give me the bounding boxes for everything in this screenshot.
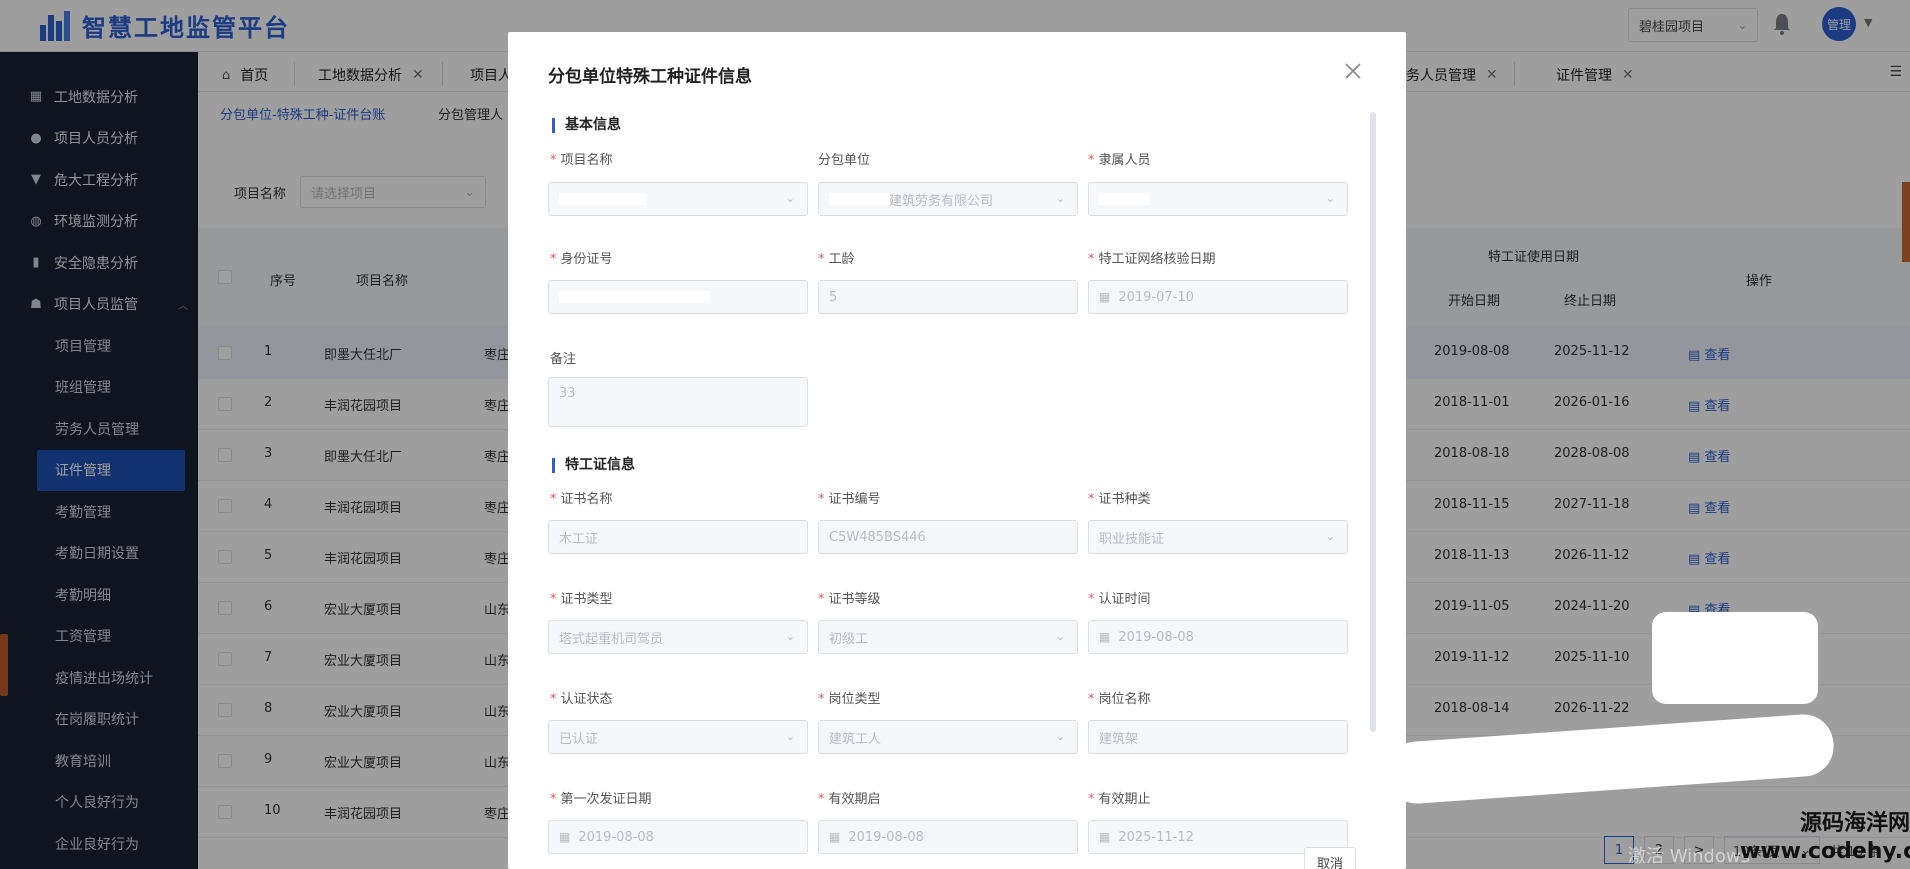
cert-type-value: 塔式起重机司驾员 xyxy=(559,631,664,647)
age-label: * 工龄 xyxy=(818,252,855,267)
first-issue-picker[interactable]: ▦ 2019-08-08 xyxy=(548,820,808,854)
cert-type-select[interactable]: 塔式起重机司驾员 ⌄ xyxy=(548,620,808,654)
calendar-icon: ▦ xyxy=(1099,630,1111,644)
cert-no-label: * 证书编号 xyxy=(818,492,881,507)
auth-time-picker[interactable]: ▦ 2019-08-08 xyxy=(1088,620,1348,654)
watermark: 源码海洋网 www.codehy.com xyxy=(1740,810,1910,866)
redacted-value xyxy=(829,193,889,205)
chevron-down-icon: ⌄ xyxy=(1325,530,1335,543)
dialog-title: 分包单位特殊工种证件信息 xyxy=(548,67,752,87)
cert-type-label: * 证书类型 xyxy=(550,592,613,607)
cert-name-value: 木工证 xyxy=(559,531,599,547)
cert-no-input[interactable]: C5W485BS446 xyxy=(818,520,1078,554)
idcard-label: * 身份证号 xyxy=(550,252,613,267)
valid-to-label: * 有效期止 xyxy=(1088,792,1151,807)
chevron-down-icon: ⌄ xyxy=(1055,192,1065,205)
watermark-line2: www.codehy.com xyxy=(1740,839,1910,864)
post-type-value: 建筑工人 xyxy=(829,731,882,747)
dialog-scrollbar[interactable] xyxy=(1370,112,1376,732)
redacted-value xyxy=(559,291,709,303)
cert-level-value: 初级工 xyxy=(829,631,869,647)
person-label: * 隶属人员 xyxy=(1088,153,1151,168)
age-input[interactable]: 5 xyxy=(818,280,1078,314)
chevron-down-icon: ⌄ xyxy=(785,192,795,205)
redacted-value xyxy=(1099,193,1149,205)
calendar-icon: ▦ xyxy=(1099,830,1111,844)
post-type-select[interactable]: 建筑工人 ⌄ xyxy=(818,720,1078,754)
cert-kind-select[interactable]: 职业技能证 ⌄ xyxy=(1088,520,1348,554)
windows-activation-text: 激活 Windows xyxy=(1628,846,1751,867)
calendar-icon: ▦ xyxy=(829,830,841,844)
chevron-down-icon: ⌄ xyxy=(785,730,795,743)
idcard-input[interactable] xyxy=(548,280,808,314)
first-issue-value: 2019-08-08 xyxy=(578,829,654,845)
subunit-select[interactable]: 建筑劳务有限公司 ⌄ xyxy=(818,182,1078,216)
first-issue-label: * 第一次发证日期 xyxy=(550,792,652,807)
watermark-line1: 源码海洋网 xyxy=(1799,811,1910,836)
valid-to-value: 2025-11-12 xyxy=(1118,829,1194,845)
subunit-value: 建筑劳务有限公司 xyxy=(889,193,994,209)
section-cert-info: 特工证信息 xyxy=(552,458,635,473)
cert-kind-value: 职业技能证 xyxy=(1099,531,1165,547)
auth-time-value: 2019-08-08 xyxy=(1118,629,1194,645)
cert-no-value: C5W485BS446 xyxy=(829,529,926,545)
person-select[interactable]: ⌄ xyxy=(1088,182,1348,216)
valid-from-label: * 有效期启 xyxy=(818,792,881,807)
cert-level-select[interactable]: 初级工 ⌄ xyxy=(818,620,1078,654)
subunit-label: 分包单位 xyxy=(818,153,871,168)
post-type-label: * 岗位类型 xyxy=(818,692,881,707)
post-name-value: 建筑架 xyxy=(1099,731,1139,747)
redaction-blob xyxy=(1652,612,1818,704)
cert-name-input[interactable]: 木工证 xyxy=(548,520,808,554)
auth-status-select[interactable]: 已认证 ⌄ xyxy=(548,720,808,754)
post-name-label: * 岗位名称 xyxy=(1088,692,1151,707)
calendar-icon: ▦ xyxy=(1099,290,1111,304)
cert-level-label: * 证书等级 xyxy=(818,592,881,607)
auth-time-label: * 认证时间 xyxy=(1088,592,1151,607)
chevron-down-icon: ⌄ xyxy=(1325,192,1335,205)
chevron-down-icon: ⌄ xyxy=(785,630,795,643)
chevron-down-icon: ⌄ xyxy=(1055,630,1065,643)
remark-value: 33 xyxy=(559,386,576,401)
cert-kind-label: * 证书种类 xyxy=(1088,492,1151,507)
auth-status-value: 已认证 xyxy=(559,731,599,747)
post-name-input[interactable]: 建筑架 xyxy=(1088,720,1348,754)
calendar-icon: ▦ xyxy=(559,830,571,844)
cert-info-dialog: 分包单位特殊工种证件信息 基本信息 * 项目名称 ⌄ 分包单位 建筑劳务有限公司 … xyxy=(508,32,1406,869)
valid-from-value: 2019-08-08 xyxy=(848,829,924,845)
project-name-select[interactable]: ⌄ xyxy=(548,182,808,216)
remark-textarea[interactable]: 33 xyxy=(548,377,808,427)
age-value: 5 xyxy=(829,289,838,305)
section-basic-info: 基本信息 xyxy=(552,118,621,133)
auth-status-label: * 认证状态 xyxy=(550,692,613,707)
remark-label: 备注 xyxy=(550,352,577,367)
cert-name-label: * 证书名称 xyxy=(550,492,613,507)
verify-date-picker[interactable]: ▦ 2019-07-10 xyxy=(1088,280,1348,314)
close-icon[interactable] xyxy=(1342,60,1364,82)
verify-date-label: * 特工证网络核验日期 xyxy=(1088,252,1216,267)
project-name-label: * 项目名称 xyxy=(550,153,613,168)
cancel-button[interactable]: 取消 xyxy=(1304,847,1356,869)
redacted-value xyxy=(559,193,647,205)
verify-date-value: 2019-07-10 xyxy=(1118,289,1194,305)
valid-from-picker[interactable]: ▦ 2019-08-08 xyxy=(818,820,1078,854)
chevron-down-icon: ⌄ xyxy=(1055,730,1065,743)
